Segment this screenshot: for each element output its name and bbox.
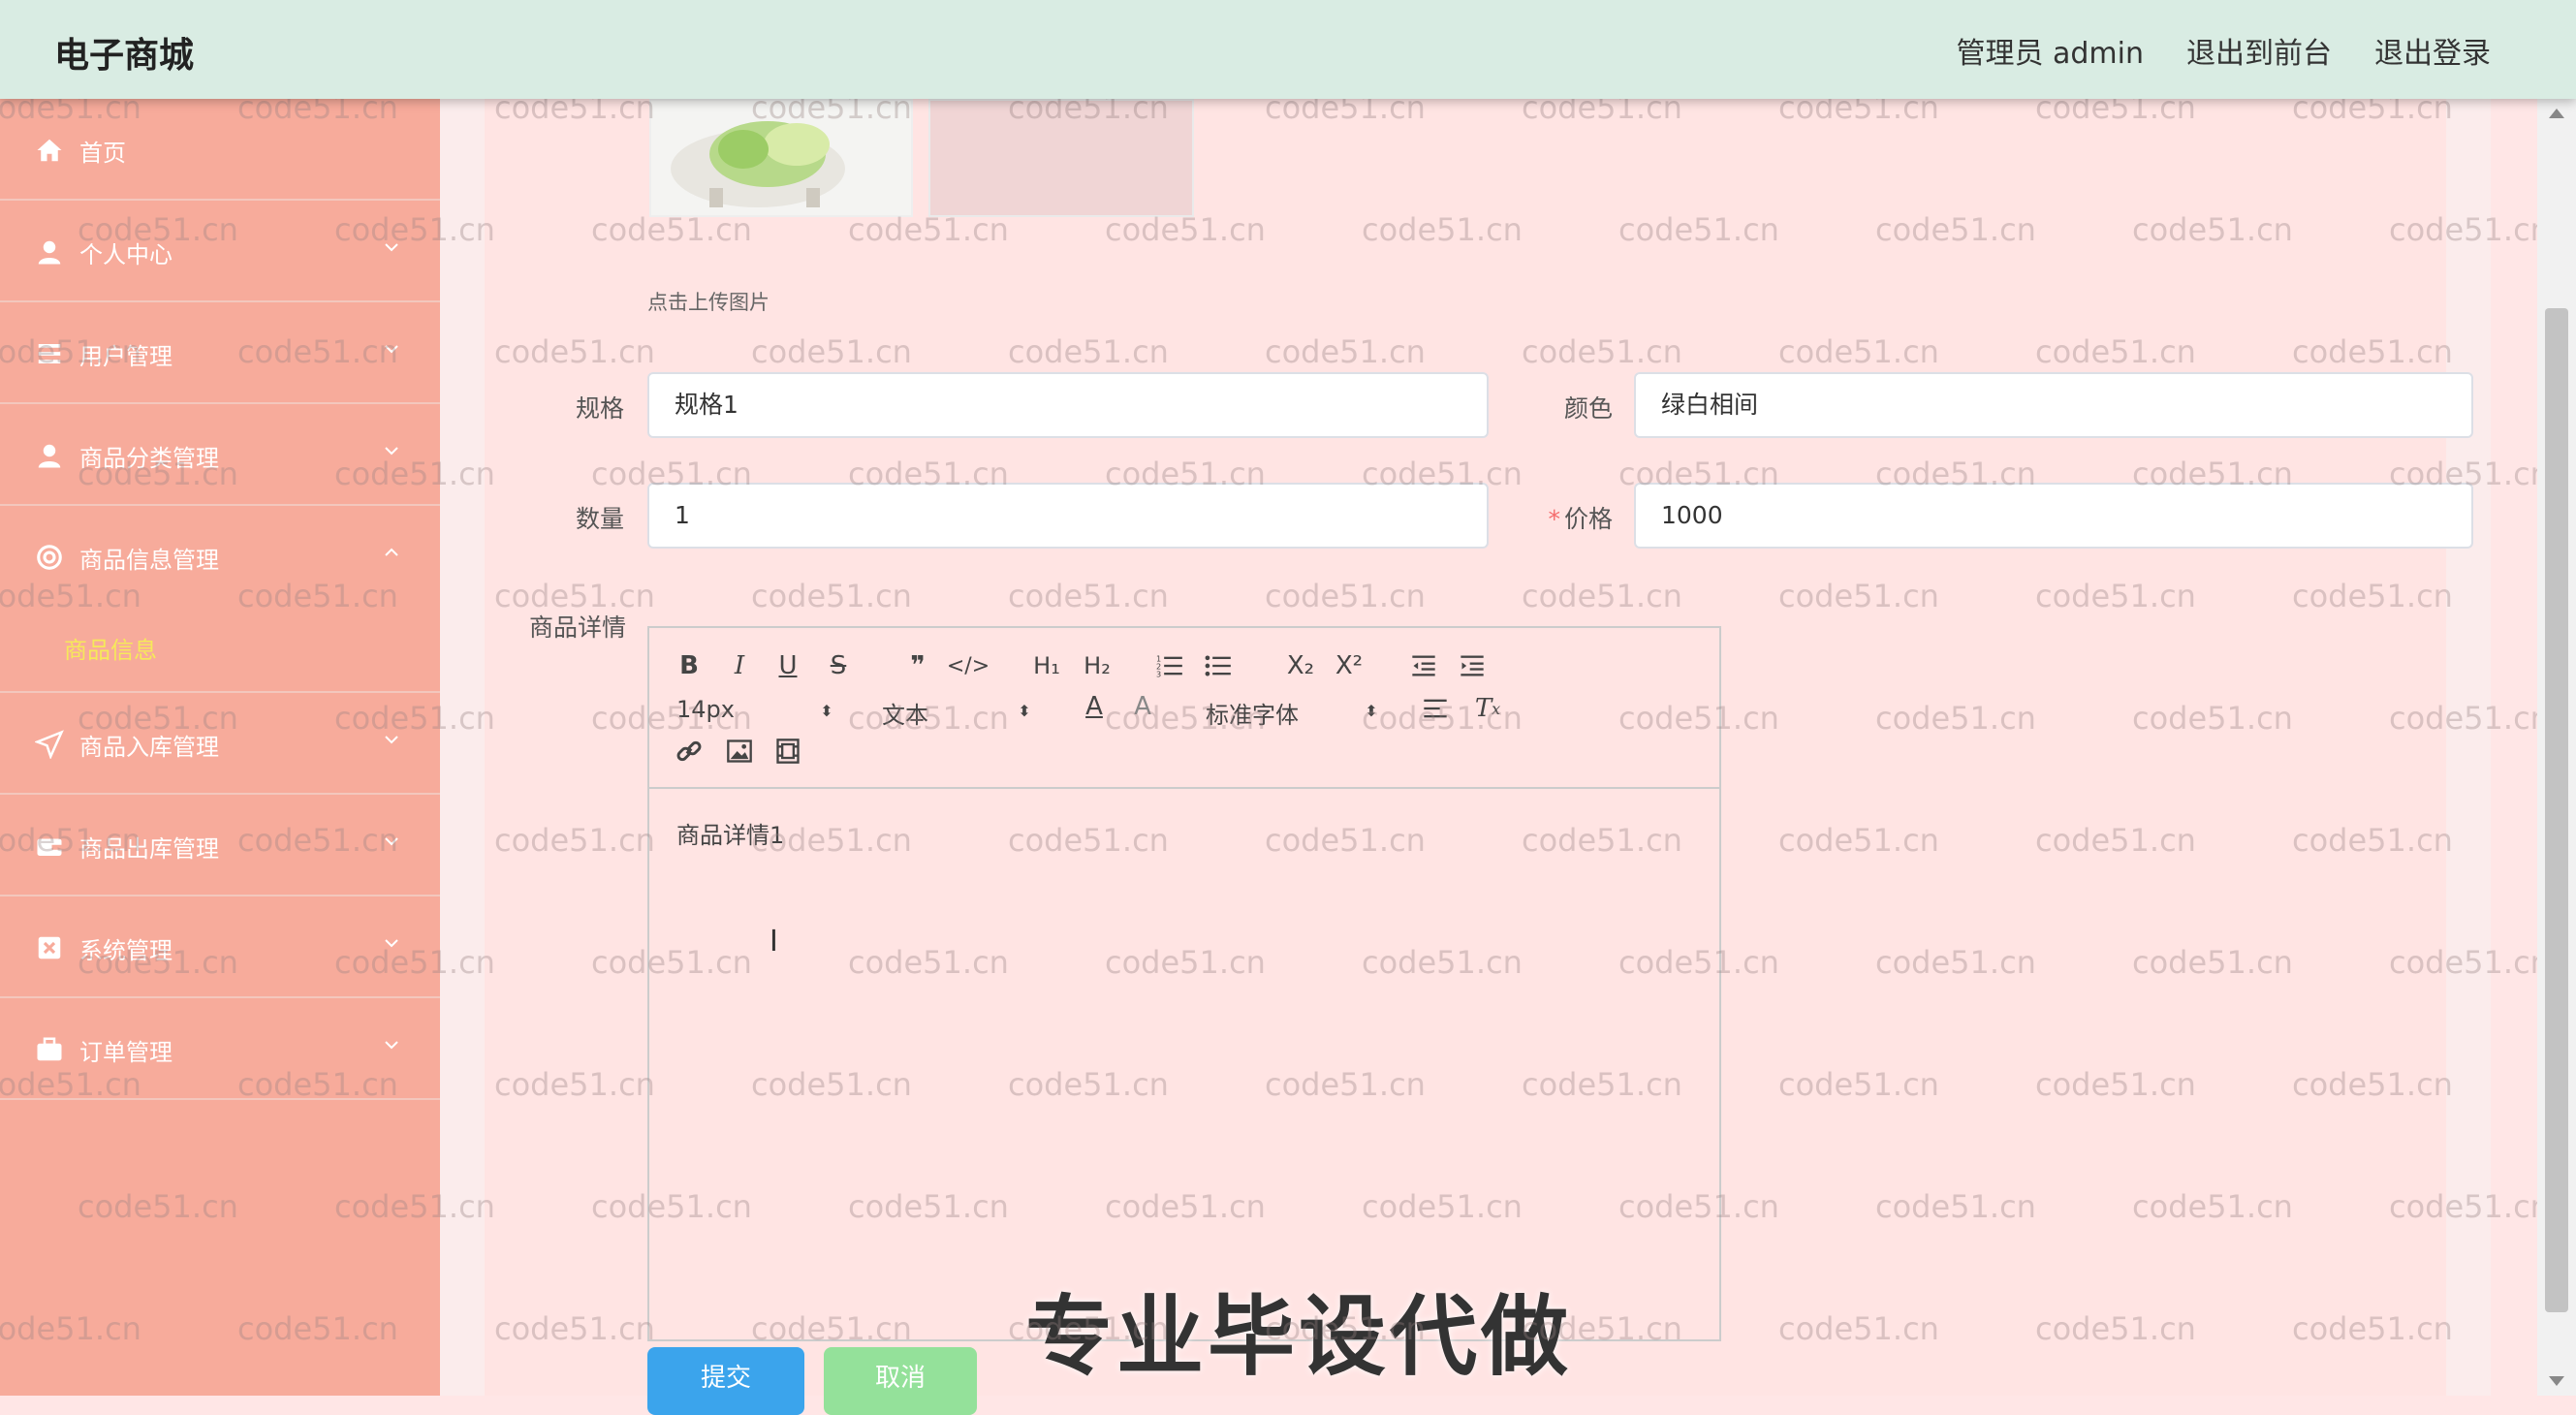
briefcase-icon [37, 1037, 62, 1061]
home-icon [37, 139, 62, 162]
sidebar-item-stock-out-management[interactable]: 商品出库管理 [0, 795, 440, 896]
indent-icon[interactable] [1458, 651, 1487, 680]
send-icon [35, 730, 64, 759]
required-mark: * [1548, 505, 1560, 533]
editor-content-area[interactable]: 商品详情1 I [649, 789, 1719, 1339]
sidebar-item-label: 商品分类管理 [79, 445, 219, 472]
sidebar-item-stock-in-management[interactable]: 商品入库管理 [0, 693, 440, 795]
admin-label: 管理员 admin [1956, 37, 2144, 71]
select-arrows-icon: ⬍ [820, 701, 833, 720]
top-nav: 管理员 admin 退出到前台 退出登录 [1956, 29, 2491, 72]
page-scrollbar[interactable] [2537, 99, 2576, 1396]
bullet-list-icon[interactable] [1204, 651, 1233, 680]
chevron-down-icon [385, 1041, 398, 1050]
heading1-icon[interactable]: H₁ [1027, 651, 1066, 680]
sidebar-item-category-management[interactable]: 商品分类管理 [0, 404, 440, 506]
quantity-input[interactable]: 1 [647, 483, 1489, 549]
chevron-down-icon [385, 243, 398, 252]
scroll-down-arrow-icon[interactable] [2549, 1376, 2564, 1386]
italic-icon[interactable]: I [725, 651, 754, 680]
sidebar-subitem-product-info[interactable]: 商品信息 [0, 608, 440, 693]
select-arrows-icon: ⬍ [1365, 701, 1378, 720]
upload-hint[interactable]: 点击上传图片 [647, 287, 770, 316]
sidebar-item-order-management[interactable]: 订单管理 [0, 998, 440, 1100]
list-icon [38, 344, 61, 363]
sidebar-item-label: 商品信息管理 [79, 547, 219, 574]
image-upload-slot[interactable] [928, 99, 1194, 217]
cancel-button[interactable]: 取消 [824, 1347, 977, 1415]
sidebar-item-label: 系统管理 [79, 937, 173, 964]
heading2-icon[interactable]: H₂ [1078, 651, 1116, 680]
image-icon[interactable] [725, 737, 754, 766]
chevron-down-icon [385, 736, 398, 744]
sidebar-item-label: 用户管理 [79, 343, 173, 370]
font-family-select[interactable]: 标准字体 [1206, 696, 1299, 730]
chevron-down-icon [385, 939, 398, 948]
quantity-label: 数量 [575, 505, 624, 533]
detail-label: 商品详情 [528, 613, 626, 642]
font-color-icon[interactable]: A [1080, 692, 1109, 721]
sidebar-subitem-label: 商品信息 [64, 637, 157, 664]
text-cursor-icon: I [770, 925, 778, 959]
brand-title: 电子商城 [54, 36, 195, 76]
chevron-up-icon [385, 548, 398, 556]
blockquote-icon[interactable]: ❞ [903, 651, 932, 680]
video-icon[interactable] [773, 737, 802, 766]
price-input[interactable]: 1000 [1634, 483, 2473, 549]
strikethrough-icon[interactable]: S [824, 651, 853, 680]
clear-format-icon[interactable]: Tx [1473, 694, 1502, 723]
price-label: * 价格 [1512, 500, 1613, 535]
spec-label: 规格 [575, 394, 624, 423]
user-icon [38, 444, 61, 468]
scroll-thumb[interactable] [2545, 308, 2568, 1312]
sidebar-item-label: 商品入库管理 [79, 734, 219, 761]
price-label-text: 价格 [1563, 505, 1613, 533]
svg-text:3: 3 [1156, 670, 1161, 679]
spec-input[interactable]: 规格1 [647, 372, 1489, 438]
sidebar-item-home[interactable]: 首页 [0, 99, 440, 201]
sidebar-item-label: 个人中心 [79, 241, 173, 268]
link-icon[interactable] [675, 737, 704, 766]
product-image-thumbnail[interactable] [649, 99, 913, 217]
align-icon[interactable] [1421, 694, 1450, 723]
sidebar-item-label: 商品出库管理 [79, 835, 219, 863]
sidebar-item-personal-center[interactable]: 个人中心 [0, 201, 440, 302]
background-color-icon[interactable]: A [1128, 692, 1157, 721]
editor-content-text[interactable]: 商品详情1 [676, 816, 784, 850]
underline-icon[interactable]: U [773, 651, 802, 680]
subscript-icon[interactable]: X₂ [1281, 651, 1320, 680]
select-arrows-icon: ⬍ [1018, 701, 1031, 720]
logout-link[interactable]: 退出登录 [2374, 29, 2491, 72]
submit-button[interactable]: 提交 [647, 1347, 804, 1415]
outdent-icon[interactable] [1409, 651, 1438, 680]
font-size-select[interactable]: 14px [676, 696, 735, 723]
sidebar: 首页 个人中心 用户管理 商品分类管理 商品信息管理 商品信息 商品入库管理 商… [0, 99, 440, 1396]
block-type-select[interactable]: 文本 [882, 696, 928, 730]
top-bar: 电子商城 管理员 admin 退出到前台 退出登录 [0, 0, 2576, 99]
scroll-up-arrow-icon[interactable] [2549, 109, 2564, 118]
color-input[interactable]: 绿白相间 [1634, 372, 2473, 438]
promo-overlay-text: 专业毕设代做 [1025, 1286, 1572, 1388]
exit-to-front-link[interactable]: 退出到前台 [2186, 29, 2332, 72]
cabbage-pig-image [651, 101, 911, 215]
ordered-list-icon[interactable]: 123 [1155, 651, 1184, 680]
bold-icon[interactable]: B [675, 651, 704, 680]
superscript-icon[interactable]: X² [1330, 651, 1368, 680]
sidebar-item-product-info-management[interactable]: 商品信息管理 [0, 506, 440, 608]
sidebar-item-user-management[interactable]: 用户管理 [0, 302, 440, 404]
rich-text-editor: B I U S ❞ </> H₁ H₂ 123 X₂ X² 14px ⬍ 文本 … [647, 626, 1721, 1341]
wallet-icon [37, 838, 62, 856]
editor-toolbar: B I U S ❞ </> H₁ H₂ 123 X₂ X² 14px ⬍ 文本 … [649, 628, 1719, 789]
sidebar-item-system-management[interactable]: 系统管理 [0, 896, 440, 998]
code-block-icon[interactable]: </> [947, 651, 990, 680]
sidebar-item-label: 订单管理 [79, 1039, 173, 1066]
user-icon [38, 240, 61, 265]
chevron-down-icon [385, 447, 398, 456]
chevron-down-icon [385, 837, 398, 846]
chevron-down-icon [385, 345, 398, 354]
sidebar-item-label: 首页 [79, 140, 126, 167]
color-label: 颜色 [1563, 394, 1613, 423]
target-icon [37, 545, 62, 570]
box-icon [38, 936, 61, 959]
